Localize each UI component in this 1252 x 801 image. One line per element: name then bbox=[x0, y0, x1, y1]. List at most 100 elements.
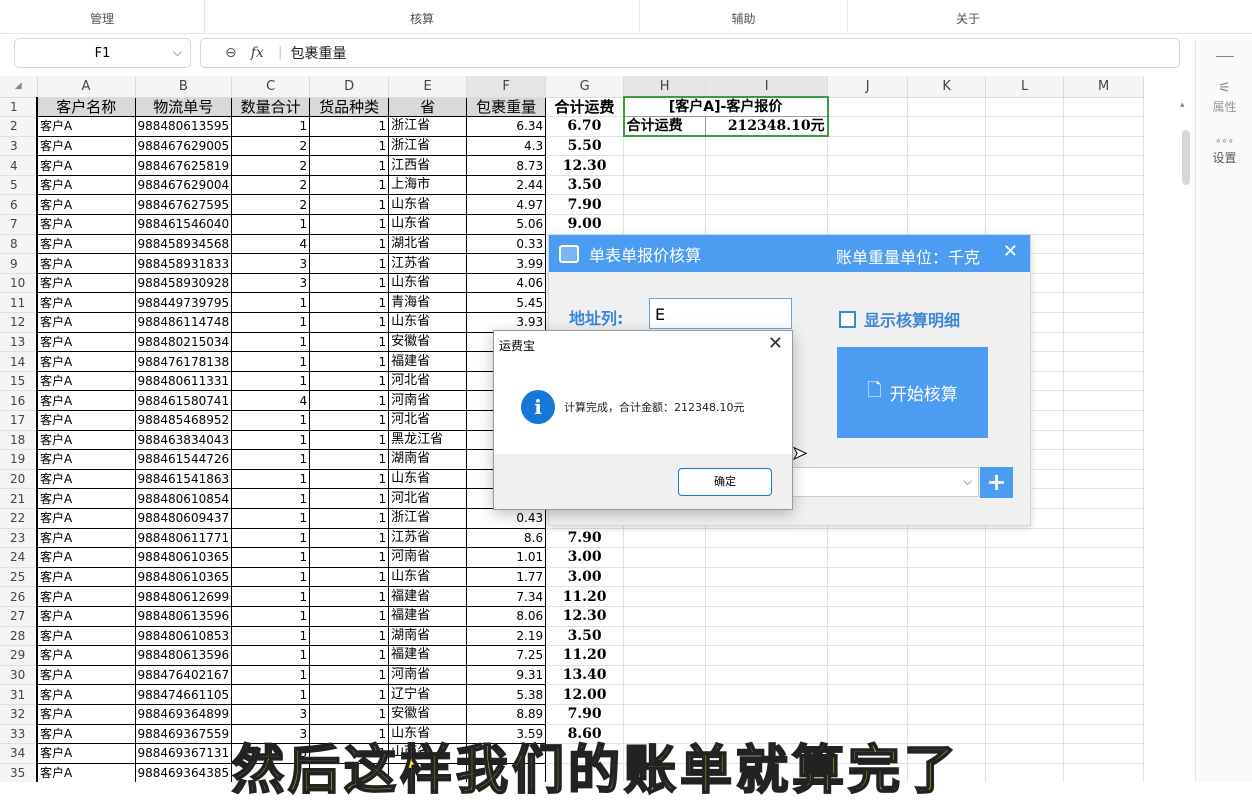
row-number[interactable]: 1 bbox=[0, 97, 38, 118]
close-icon[interactable]: ✕ bbox=[768, 333, 783, 354]
cell-goods-type[interactable]: 1 bbox=[309, 194, 390, 216]
cell-customer[interactable]: 客户A bbox=[36, 684, 136, 705]
checkbox-box[interactable] bbox=[839, 310, 856, 328]
cell-freight[interactable]: 3.50 bbox=[545, 626, 625, 647]
cell[interactable] bbox=[705, 547, 829, 568]
cell[interactable] bbox=[907, 626, 987, 647]
table-row[interactable]: 4 客户A 988467625819 2 1 江西省 8.73 12.30 bbox=[0, 155, 1145, 176]
formula-input[interactable]: ⊖ fx | 包裹重量 bbox=[200, 38, 1180, 68]
column-header[interactable]: K bbox=[907, 76, 987, 98]
cell-goods-type[interactable]: 1 bbox=[309, 528, 390, 549]
cell-goods-type[interactable]: 1 bbox=[309, 645, 390, 666]
cell-quantity[interactable]: 4 bbox=[231, 390, 311, 411]
cell-quantity[interactable]: 1 bbox=[231, 371, 311, 392]
column-header[interactable]: D bbox=[309, 76, 390, 98]
cell-quantity[interactable]: 2 bbox=[231, 175, 311, 196]
cell-weight[interactable]: 8.6 bbox=[466, 528, 547, 549]
row-number[interactable]: 28 bbox=[0, 626, 38, 647]
cell-quantity[interactable]: 1 bbox=[231, 312, 311, 333]
cell[interactable] bbox=[827, 567, 909, 588]
table-row[interactable]: 25 客户A 988480610365 1 1 山东省 1.77 3.00 bbox=[0, 567, 1145, 588]
cell-province[interactable]: 山东省 bbox=[388, 312, 468, 333]
cell[interactable] bbox=[827, 665, 909, 686]
cell[interactable] bbox=[907, 567, 987, 588]
cell-goods-type[interactable]: 1 bbox=[309, 488, 390, 509]
cell-customer[interactable]: 客户A bbox=[36, 469, 136, 490]
vertical-scrollbar[interactable]: ▴ bbox=[1180, 100, 1191, 782]
table-row[interactable]: 32 客户A 988469364899 3 1 安徽省 8.89 7.90 bbox=[0, 704, 1145, 725]
zoom-icon[interactable]: ⊖ bbox=[225, 45, 237, 61]
cell-quantity[interactable]: 1 bbox=[231, 430, 311, 451]
cell-weight[interactable]: 5.38 bbox=[466, 684, 547, 705]
cell[interactable] bbox=[985, 763, 1065, 782]
cell-goods-type[interactable]: 1 bbox=[309, 371, 390, 392]
cell-weight[interactable]: 6.34 bbox=[466, 116, 547, 137]
cell-goods-type[interactable]: 1 bbox=[309, 253, 390, 274]
cell[interactable] bbox=[623, 214, 707, 235]
cell[interactable] bbox=[1063, 312, 1145, 333]
table-row[interactable]: 7 客户A 988461546040 1 1 山东省 5.06 9.00 bbox=[0, 214, 1145, 235]
cell-weight[interactable]: 0.33 bbox=[466, 234, 547, 255]
cell-tracking[interactable]: 988480613596 bbox=[135, 645, 233, 666]
sidebar-item-properties[interactable]: ⚟ 属性 bbox=[1196, 80, 1252, 115]
cell-freight[interactable]: 9.00 bbox=[545, 214, 625, 235]
cell-weight[interactable]: 2.44 bbox=[466, 175, 547, 196]
cell-freight[interactable]: 7.90 bbox=[545, 528, 625, 549]
cell-customer[interactable]: 客户A bbox=[36, 155, 136, 176]
row-number[interactable]: 5 bbox=[0, 175, 38, 196]
cell[interactable] bbox=[827, 136, 909, 157]
row-number[interactable]: 17 bbox=[0, 410, 38, 431]
cell[interactable] bbox=[1063, 292, 1145, 314]
cell-weight[interactable]: 9.31 bbox=[466, 665, 547, 686]
column-header[interactable]: A bbox=[37, 76, 136, 98]
cell-tracking[interactable]: 988480613596 bbox=[135, 606, 233, 627]
cell[interactable] bbox=[623, 547, 707, 568]
column-header[interactable]: C bbox=[231, 76, 311, 98]
fx-icon[interactable]: fx bbox=[251, 45, 264, 61]
cell-customer[interactable]: 客户A bbox=[36, 665, 136, 686]
row-number[interactable]: 32 bbox=[0, 704, 38, 725]
cell[interactable] bbox=[1063, 704, 1145, 725]
cell-quantity[interactable]: 3 bbox=[231, 704, 311, 725]
cell-customer[interactable]: 客户A bbox=[36, 508, 136, 529]
cell[interactable] bbox=[1063, 155, 1145, 176]
cell-tracking[interactable]: 988480611771 bbox=[135, 528, 233, 549]
cell[interactable] bbox=[907, 136, 987, 157]
cell-goods-type[interactable]: 1 bbox=[309, 116, 390, 137]
cell-goods-type[interactable]: 1 bbox=[309, 273, 390, 294]
cell[interactable] bbox=[623, 567, 707, 588]
cell[interactable] bbox=[1063, 567, 1145, 588]
cell-tracking[interactable]: 988476178138 bbox=[135, 351, 233, 372]
cell-province[interactable]: 湖南省 bbox=[388, 449, 468, 470]
cell[interactable] bbox=[985, 175, 1065, 196]
cell-freight[interactable]: 12.30 bbox=[545, 606, 625, 627]
cell-tracking[interactable]: 988480610365 bbox=[135, 547, 233, 568]
cell-customer[interactable]: 客户A bbox=[36, 136, 136, 157]
cell[interactable] bbox=[705, 567, 829, 588]
cell-quantity[interactable]: 3 bbox=[231, 273, 311, 294]
header-row[interactable]: 1 客户名称 物流单号 数量合计 货品种类 省 包裹重量 合计运费 [客户A]-… bbox=[0, 96, 1145, 118]
cell-quantity[interactable]: 1 bbox=[231, 488, 311, 509]
cell-tracking[interactable]: 988480612699 bbox=[135, 586, 233, 607]
cell-goods-type[interactable]: 1 bbox=[309, 175, 390, 196]
cell-tracking[interactable]: 988469367559 bbox=[135, 724, 233, 745]
row-number[interactable]: 2 bbox=[0, 116, 38, 137]
cell-tracking[interactable]: 988480613595 bbox=[135, 116, 233, 137]
row-number[interactable]: 15 bbox=[0, 371, 38, 392]
cell-customer[interactable]: 客户A bbox=[36, 390, 136, 411]
cell-quantity[interactable]: 1 bbox=[231, 586, 311, 607]
cell[interactable] bbox=[623, 645, 707, 666]
cell-tracking[interactable]: 988474661105 bbox=[135, 684, 233, 705]
cell-freight[interactable]: 3.00 bbox=[545, 567, 625, 588]
column-header[interactable]: I bbox=[705, 76, 829, 98]
header-customer-name[interactable]: 客户名称 bbox=[36, 97, 136, 118]
cell[interactable] bbox=[985, 704, 1065, 725]
row-number[interactable]: 3 bbox=[0, 136, 38, 157]
cell[interactable] bbox=[985, 528, 1065, 549]
quote-box-title[interactable]: [客户A]-客户报价 bbox=[622, 96, 829, 118]
cell-customer[interactable]: 客户A bbox=[36, 273, 136, 294]
cell[interactable] bbox=[985, 645, 1065, 666]
cell[interactable] bbox=[623, 704, 707, 725]
cell[interactable] bbox=[705, 665, 829, 686]
cell-freight[interactable]: 11.20 bbox=[545, 645, 625, 666]
